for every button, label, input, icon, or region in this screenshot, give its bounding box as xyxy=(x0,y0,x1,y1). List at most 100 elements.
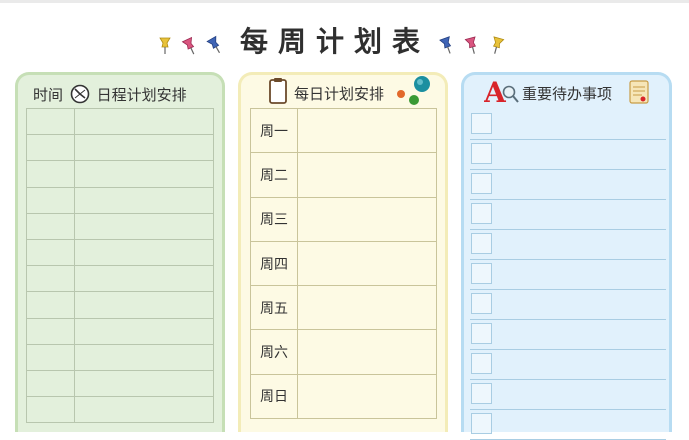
todo-text-line[interactable] xyxy=(496,350,666,379)
table-row xyxy=(26,109,214,136)
list-item xyxy=(470,380,666,410)
time-cell[interactable] xyxy=(26,135,75,161)
time-cell[interactable] xyxy=(26,161,75,187)
list-item xyxy=(470,350,666,380)
todo-list xyxy=(470,110,666,440)
day-plan-cell[interactable] xyxy=(297,330,437,374)
todo-checkbox[interactable] xyxy=(471,293,492,314)
day-label: 周二 xyxy=(250,153,298,197)
todo-text-line[interactable] xyxy=(496,110,666,139)
todo-text-line[interactable] xyxy=(496,260,666,289)
table-row xyxy=(26,318,214,345)
plan-cell[interactable] xyxy=(74,109,214,135)
page-title: 每周计划表 xyxy=(240,25,431,58)
table-row xyxy=(26,213,214,240)
list-item xyxy=(470,230,666,260)
pushpin-icon xyxy=(159,37,171,54)
day-label: 周一 xyxy=(250,109,298,153)
time-cell[interactable] xyxy=(26,318,75,344)
day-label: 周日 xyxy=(250,374,298,419)
list-item xyxy=(470,290,666,320)
time-cell[interactable] xyxy=(26,344,75,370)
pushpin-icon xyxy=(439,36,452,54)
day-label: 周六 xyxy=(250,330,298,374)
day-plan-cell[interactable] xyxy=(297,286,437,330)
todo-text-line[interactable] xyxy=(496,170,666,199)
list-item xyxy=(470,200,666,230)
time-cell[interactable] xyxy=(26,213,75,239)
plan-cell[interactable] xyxy=(74,266,214,292)
day-plan-cell[interactable] xyxy=(297,197,437,241)
todo-text-line[interactable] xyxy=(496,140,666,169)
plan-cell[interactable] xyxy=(74,161,214,187)
day-label: 周四 xyxy=(250,241,298,286)
todo-checkbox[interactable] xyxy=(471,173,492,194)
list-item xyxy=(470,260,666,290)
plan-cell[interactable] xyxy=(74,318,214,344)
clipboard-icon xyxy=(269,78,287,104)
time-cell[interactable] xyxy=(26,109,75,135)
todo-checkbox[interactable] xyxy=(471,113,492,134)
plan-cell[interactable] xyxy=(74,370,214,397)
table-row: 周日 xyxy=(250,374,437,420)
pushpin-icon xyxy=(492,36,505,54)
table-row: 周三 xyxy=(250,197,437,242)
plan-cell[interactable] xyxy=(74,344,214,370)
todo-text-line[interactable] xyxy=(496,380,666,409)
table-row xyxy=(26,370,214,398)
table-row xyxy=(26,161,214,188)
todo-checkbox[interactable] xyxy=(471,143,492,164)
scroll-icon xyxy=(629,80,649,104)
list-item xyxy=(470,140,666,170)
day-label: 周五 xyxy=(250,286,298,330)
table-row: 周六 xyxy=(250,330,437,375)
todo-text-line[interactable] xyxy=(496,200,666,229)
plan-cell[interactable] xyxy=(74,292,214,318)
time-cell[interactable] xyxy=(26,239,75,266)
todo-checkbox[interactable] xyxy=(471,233,492,254)
list-item xyxy=(470,110,666,140)
todo-checkbox[interactable] xyxy=(471,353,492,374)
todo-checkbox[interactable] xyxy=(471,383,492,404)
time-cell[interactable] xyxy=(26,292,75,318)
daily-header: 每日计划安排 xyxy=(294,85,385,103)
todo-text-line[interactable] xyxy=(496,410,666,439)
table-row xyxy=(26,187,214,214)
todo-checkbox[interactable] xyxy=(471,323,492,344)
schedule-header-time: 时间 xyxy=(33,86,64,104)
day-plan-cell[interactable] xyxy=(297,109,437,153)
pushpin-icon xyxy=(181,36,195,55)
plan-cell[interactable] xyxy=(74,187,214,213)
todo-checkbox[interactable] xyxy=(471,263,492,284)
schedule-table xyxy=(26,108,214,424)
plan-cell[interactable] xyxy=(74,213,214,239)
day-plan-cell[interactable] xyxy=(297,241,437,286)
plan-cell[interactable] xyxy=(74,239,214,266)
table-row xyxy=(26,292,214,319)
plan-cell[interactable] xyxy=(74,397,214,423)
table-row xyxy=(26,344,214,371)
time-cell[interactable] xyxy=(26,266,75,292)
todo-text-line[interactable] xyxy=(496,230,666,259)
list-item xyxy=(470,410,666,440)
time-cell[interactable] xyxy=(26,370,75,397)
list-item xyxy=(470,320,666,350)
todo-text-line[interactable] xyxy=(496,320,666,349)
day-plan-cell[interactable] xyxy=(297,374,437,419)
todo-header: 重要待办事项 xyxy=(522,85,613,103)
table-row: 周一 xyxy=(250,109,437,154)
todo-text-line[interactable] xyxy=(496,290,666,319)
todo-checkbox[interactable] xyxy=(471,413,492,434)
pushpin-icon xyxy=(206,35,221,54)
plan-cell[interactable] xyxy=(74,135,214,161)
daily-table: 周一 周二 周三 周四 周五 周六 周日 xyxy=(250,108,437,420)
time-cell[interactable] xyxy=(26,187,75,213)
day-label: 周三 xyxy=(250,197,298,241)
pushpin-icon xyxy=(464,36,477,54)
table-row xyxy=(26,397,214,424)
day-plan-cell[interactable] xyxy=(297,153,437,197)
table-row xyxy=(26,135,214,162)
table-row: 周五 xyxy=(250,286,437,331)
todo-checkbox[interactable] xyxy=(471,203,492,224)
time-cell[interactable] xyxy=(26,397,75,423)
